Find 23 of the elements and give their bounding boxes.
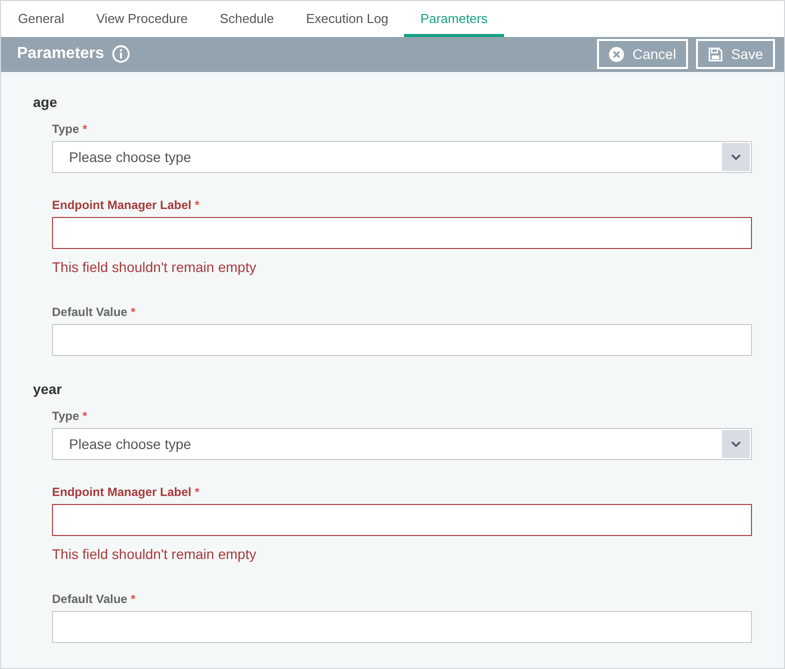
field-label: Default Value * [52, 592, 136, 606]
parameter-name: age [33, 94, 58, 110]
chevron-down-icon [722, 430, 750, 458]
field-label: Type * [52, 409, 88, 423]
field-label: Type * [52, 122, 88, 136]
tab[interactable]: Schedule [204, 4, 290, 36]
tab[interactable]: General [2, 4, 80, 36]
close-icon [609, 46, 624, 62]
text-input-field[interactable] [52, 217, 752, 249]
field-label: Default Value * [52, 305, 136, 319]
tab[interactable]: View Procedure [80, 4, 204, 36]
error-message: This field shouldn't remain empty [52, 259, 258, 275]
error-message: This field shouldn't remain empty [52, 546, 258, 562]
parameter-name: year [33, 381, 63, 397]
text-input-field[interactable] [52, 504, 752, 536]
info-icon[interactable] [112, 45, 130, 64]
type-dropdown[interactable]: Please choose type [52, 428, 752, 460]
field-label: Endpoint Manager Label * [52, 485, 200, 499]
field-label: Endpoint Manager Label * [52, 198, 200, 212]
tab[interactable]: Execution Log [290, 4, 404, 36]
type-dropdown[interactable]: Please choose type [52, 141, 752, 173]
chevron-down-icon [722, 143, 750, 171]
panel-title: Parameters [17, 45, 104, 64]
